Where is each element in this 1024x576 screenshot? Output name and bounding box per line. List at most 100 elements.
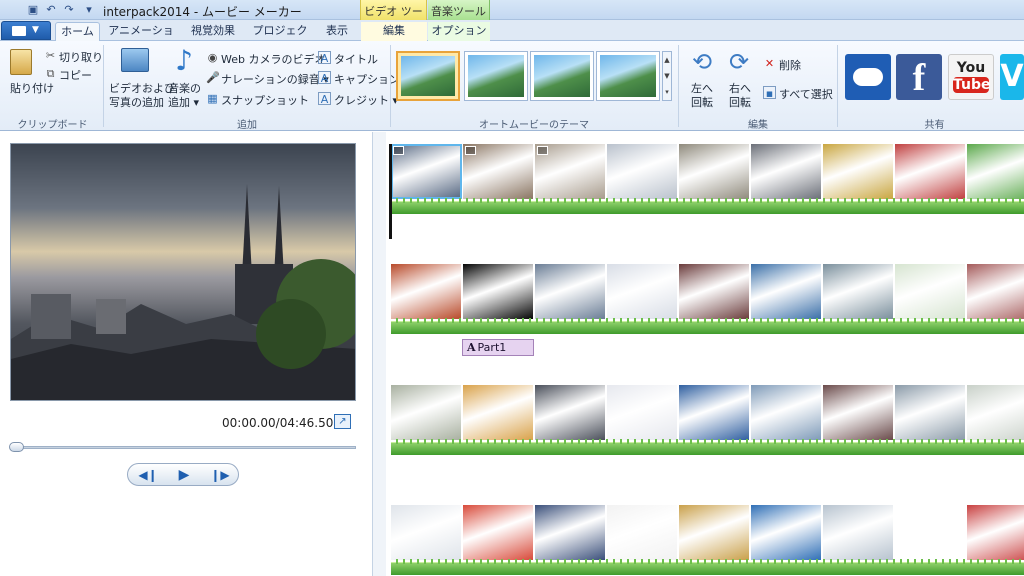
clip-thumbnail[interactable] — [751, 264, 822, 319]
scroll-up-icon[interactable]: ▲ — [663, 52, 671, 68]
delete-icon[interactable]: ✕ — [763, 57, 776, 70]
clip-thumbnail[interactable] — [535, 385, 606, 440]
cut-button[interactable]: 切り取り — [59, 49, 103, 65]
select-all-button[interactable]: すべて選択 — [779, 86, 833, 102]
clip-thumbnail[interactable] — [967, 144, 1024, 199]
clip-thumbnail[interactable] — [607, 264, 678, 319]
copy-button[interactable]: コピー — [59, 67, 92, 83]
automovie-theme-4[interactable] — [596, 51, 660, 101]
automovie-theme-3[interactable] — [530, 51, 594, 101]
clip-thumbnail[interactable] — [895, 264, 966, 319]
gallery-more-icon[interactable]: ▾ — [663, 84, 671, 100]
clip-thumbnail[interactable] — [463, 505, 534, 560]
clip-thumbnail[interactable] — [679, 385, 750, 440]
microphone-icon[interactable]: 🎤 — [206, 71, 220, 84]
caption-icon[interactable]: A — [318, 71, 331, 85]
application-menu-button[interactable]: ▼ — [1, 21, 51, 40]
clip-thumbnail[interactable] — [823, 505, 894, 560]
tab-animation[interactable]: アニメーション — [104, 22, 178, 55]
seek-thumb[interactable] — [9, 442, 24, 452]
audio-track-bar[interactable] — [391, 559, 1024, 575]
clip-thumbnail[interactable] — [607, 144, 678, 199]
clip-thumbnail[interactable] — [463, 385, 534, 440]
add-video-photo-line2[interactable]: 写真の追加 — [109, 94, 164, 110]
quick-access-dropdown-icon[interactable]: ▾ — [82, 3, 96, 17]
clip-thumbnail[interactable] — [751, 505, 822, 560]
tab-home[interactable]: ホーム — [55, 22, 100, 41]
clip-thumbnail[interactable] — [679, 264, 750, 319]
clip-thumbnail[interactable] — [967, 264, 1024, 319]
clip-thumbnail[interactable] — [463, 144, 534, 199]
scissors-icon[interactable]: ✂ — [44, 49, 57, 62]
credits-icon[interactable]: A — [318, 92, 331, 106]
video-preview[interactable] — [10, 143, 356, 401]
undo-icon[interactable]: ↶ — [44, 3, 58, 17]
music-note-icon[interactable]: ♪ — [172, 46, 196, 76]
onedrive-button[interactable] — [845, 54, 891, 100]
play-icon[interactable]: ▶ — [166, 465, 202, 485]
theme-gallery-scroll[interactable]: ▲ ▼ ▾ — [662, 51, 672, 101]
clip-thumbnail[interactable] — [607, 505, 678, 560]
select-all-icon[interactable]: ▪ — [763, 86, 776, 100]
clip-thumbnail[interactable] — [895, 385, 966, 440]
automovie-theme-2[interactable] — [464, 51, 528, 101]
clip-thumbnail[interactable] — [895, 144, 966, 199]
clip-thumbnail[interactable] — [535, 264, 606, 319]
youtube-button[interactable]: You Tube — [948, 54, 994, 100]
clip-thumbnail[interactable] — [823, 144, 894, 199]
clip-thumbnail[interactable] — [895, 505, 966, 560]
clip-thumbnail[interactable] — [823, 385, 894, 440]
paste-button-line1[interactable]: 貼り付け — [10, 80, 54, 96]
next-frame-icon[interactable]: ❙▶ — [202, 465, 238, 485]
tab-visual-effects[interactable]: 視覚効果 — [182, 22, 244, 41]
record-narration-button[interactable]: ナレーションの録音 ▾ — [221, 71, 329, 87]
clip-thumbnail[interactable] — [679, 144, 750, 199]
pane-divider[interactable] — [372, 132, 386, 576]
paste-icon[interactable] — [10, 49, 32, 75]
seek-bar[interactable] — [10, 446, 356, 449]
playhead[interactable] — [389, 144, 392, 239]
copy-icon[interactable]: ⧉ — [44, 67, 57, 80]
scroll-down-icon[interactable]: ▼ — [663, 68, 671, 84]
rotate-left-line2[interactable]: 回転 — [691, 94, 713, 110]
clip-thumbnail[interactable] — [391, 505, 462, 560]
clip-thumbnail[interactable] — [391, 144, 462, 199]
save-icon[interactable]: ▣ — [26, 3, 40, 17]
add-video-photo-icon[interactable] — [121, 48, 149, 72]
tab-project[interactable]: プロジェクト — [248, 22, 312, 55]
add-music-line2[interactable]: 追加 ▾ — [168, 94, 199, 110]
webcam-icon[interactable]: ◉ — [206, 51, 219, 64]
clip-thumbnail[interactable] — [535, 505, 606, 560]
credits-button[interactable]: クレジット ▾ — [334, 92, 398, 108]
clip-thumbnail[interactable] — [607, 385, 678, 440]
clip-thumbnail[interactable] — [679, 505, 750, 560]
audio-track-bar[interactable] — [391, 198, 1024, 214]
redo-icon[interactable]: ↷ — [62, 3, 76, 17]
tab-edit[interactable]: 編集 — [361, 22, 427, 41]
audio-track-bar[interactable] — [391, 318, 1024, 334]
audio-track-bar[interactable] — [391, 439, 1024, 455]
clip-thumbnail[interactable] — [463, 264, 534, 319]
snapshot-icon[interactable]: ▦ — [206, 92, 219, 105]
clip-thumbnail[interactable] — [751, 385, 822, 440]
snapshot-button[interactable]: スナップショット — [221, 92, 309, 108]
clip-thumbnail[interactable] — [391, 385, 462, 440]
fullscreen-icon[interactable]: ↗ — [334, 414, 351, 429]
automovie-theme-1[interactable] — [396, 51, 460, 101]
clip-thumbnail[interactable] — [751, 144, 822, 199]
clip-thumbnail[interactable] — [823, 264, 894, 319]
clip-thumbnail[interactable] — [967, 385, 1024, 440]
rotate-left-icon[interactable]: ⟲ — [688, 49, 716, 75]
caption-clip[interactable]: A Part1 — [462, 339, 534, 356]
facebook-button[interactable]: f — [896, 54, 942, 100]
rotate-right-line2[interactable]: 回転 — [729, 94, 751, 110]
rotate-right-icon[interactable]: ⟳ — [725, 49, 753, 75]
title-icon[interactable]: A — [318, 51, 331, 65]
vimeo-button[interactable]: V — [1000, 54, 1024, 100]
previous-frame-icon[interactable]: ◀❙ — [130, 465, 166, 485]
clip-thumbnail[interactable] — [391, 264, 462, 319]
tab-view[interactable]: 表示 — [316, 22, 358, 41]
tab-options[interactable]: オプション — [428, 22, 490, 41]
title-button[interactable]: タイトル — [334, 51, 378, 67]
delete-button[interactable]: 削除 — [779, 57, 801, 73]
